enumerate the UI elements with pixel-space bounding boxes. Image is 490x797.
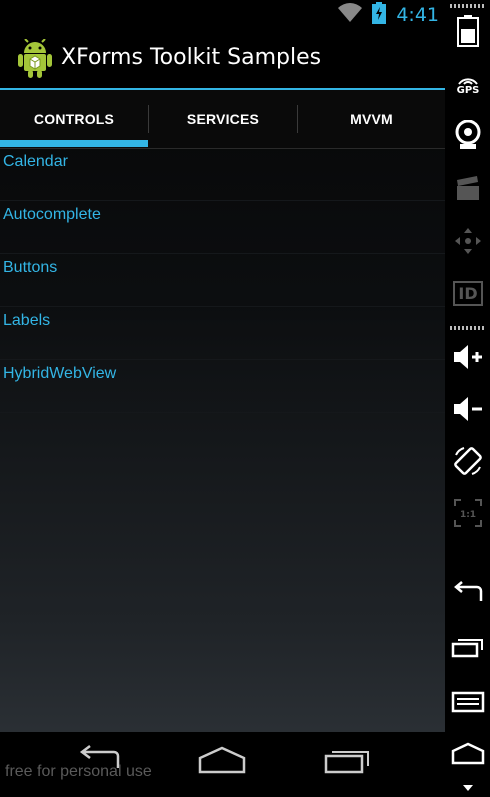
- dpad-icon[interactable]: [451, 224, 485, 258]
- battery-charging-icon: [372, 2, 387, 28]
- home-icon[interactable]: [196, 744, 248, 776]
- samples-list: Calendar Autocomplete Buttons Labels Hyb…: [0, 148, 445, 413]
- watermark: free for personal use: [5, 763, 152, 780]
- list-item-labels[interactable]: Labels: [0, 307, 445, 360]
- id-icon[interactable]: ID: [451, 276, 485, 310]
- clock: 4:41: [396, 4, 439, 26]
- tab-mvvm[interactable]: MVVM: [298, 90, 445, 148]
- panel-grip: [450, 4, 485, 8]
- list-item-label: Labels: [3, 312, 51, 329]
- id-label: ID: [453, 280, 483, 306]
- list-item-label: Calendar: [3, 153, 68, 170]
- android-app-icon[interactable]: [16, 38, 54, 79]
- device-screen: 4:41 XForms Toolkit Samples CONTROLS SER…: [0, 0, 445, 788]
- list-item-calendar[interactable]: Calendar: [0, 148, 445, 201]
- volume-up-icon[interactable]: [451, 340, 485, 374]
- scale-label: 1:1: [460, 510, 476, 520]
- list-item-label: HybridWebView: [3, 365, 117, 382]
- menu-icon[interactable]: [451, 684, 485, 718]
- scale-icon[interactable]: 1:1: [451, 496, 485, 530]
- rotate-icon[interactable]: [451, 444, 485, 478]
- emulator-side-panel: GPS ID 1:1: [445, 0, 490, 791]
- recents-icon[interactable]: [451, 630, 485, 664]
- volume-down-icon[interactable]: [451, 392, 485, 426]
- list-item-autocomplete[interactable]: Autocomplete: [0, 201, 445, 254]
- home-icon[interactable]: [451, 736, 485, 770]
- recents-icon[interactable]: [322, 744, 374, 776]
- list-item-label: Buttons: [3, 259, 58, 276]
- wifi-icon: [338, 3, 363, 27]
- selected-tab-indicator: [0, 140, 148, 147]
- app-title: XForms Toolkit Samples: [61, 45, 322, 70]
- gps-label: GPS: [456, 84, 480, 96]
- back-icon[interactable]: [451, 576, 485, 610]
- tab-services[interactable]: SERVICES: [149, 90, 297, 148]
- action-bar: XForms Toolkit Samples: [0, 30, 445, 90]
- battery-icon[interactable]: [451, 14, 485, 48]
- status-icons: 4:41: [338, 2, 439, 28]
- camera-icon[interactable]: [451, 118, 485, 152]
- list-item-hybridwebview[interactable]: HybridWebView: [0, 360, 445, 413]
- panel-grip: [450, 326, 485, 330]
- gps-icon[interactable]: GPS: [451, 68, 485, 102]
- status-bar: 4:41: [0, 0, 445, 30]
- list-item-buttons[interactable]: Buttons: [0, 254, 445, 307]
- list-item-label: Autocomplete: [3, 206, 101, 223]
- video-icon[interactable]: [451, 172, 485, 206]
